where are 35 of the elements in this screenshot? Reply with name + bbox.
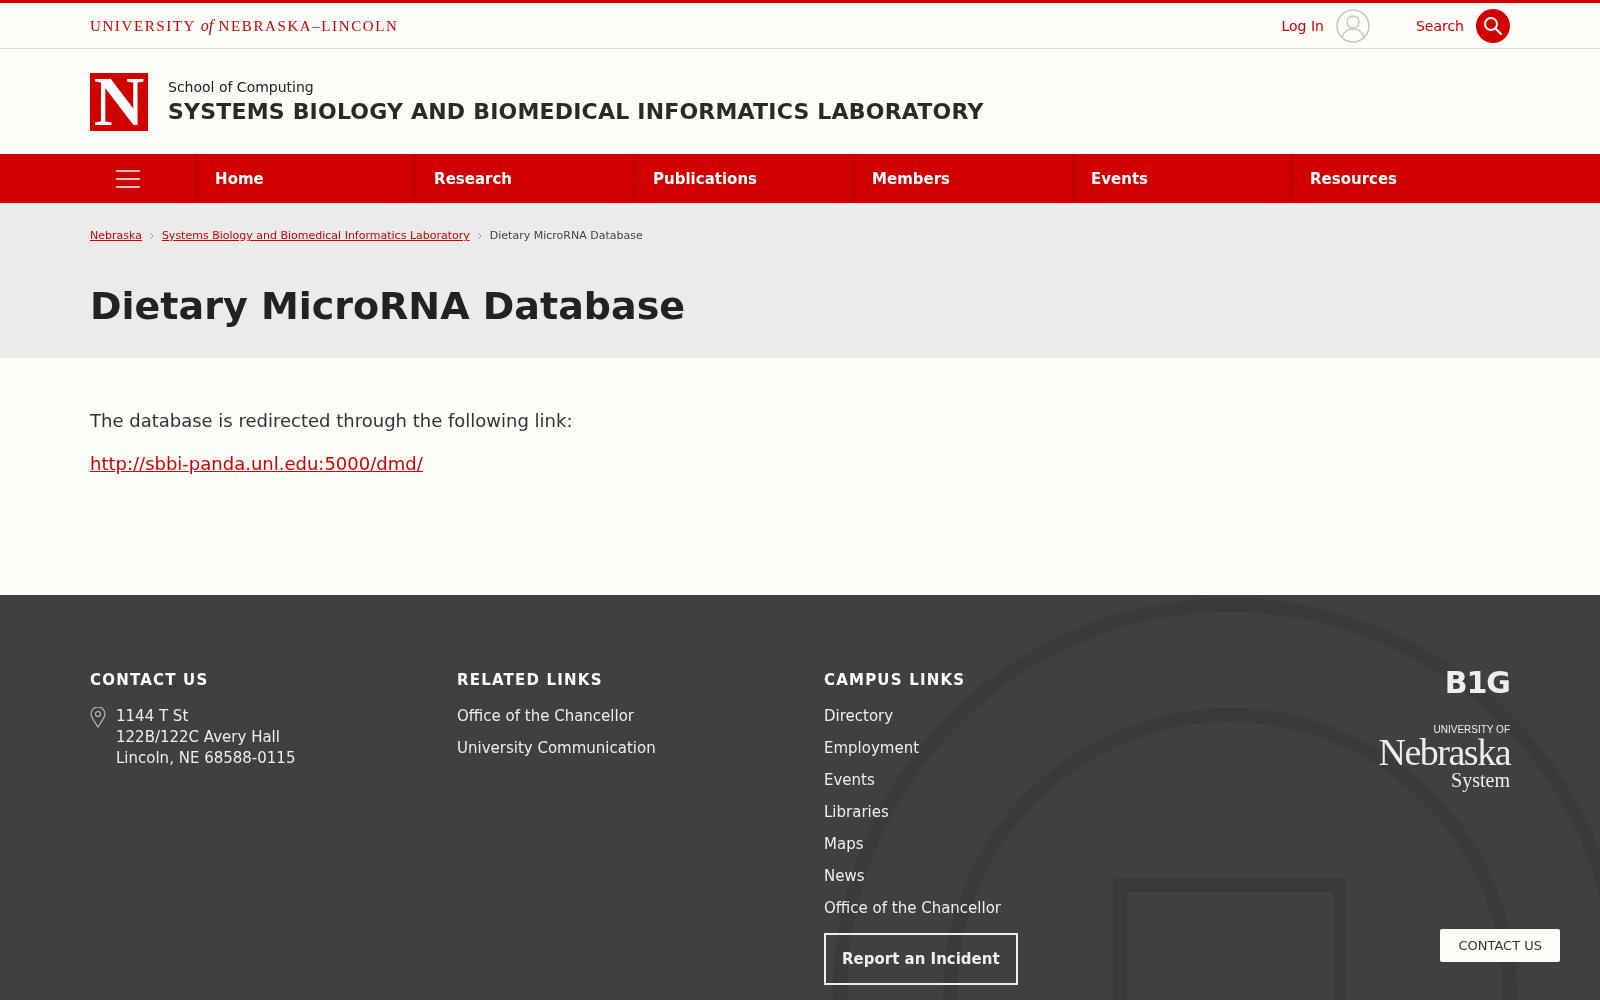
footer-link[interactable]: Libraries (824, 803, 889, 821)
conference-logo[interactable]: B1G (1444, 665, 1510, 700)
site-title[interactable]: SYSTEMS BIOLOGY AND BIOMEDICAL INFORMATICS LABORATORY (168, 99, 984, 124)
footer-link[interactable]: News (824, 867, 865, 885)
footer-link[interactable]: Office of the Chancellor (824, 899, 1001, 917)
footer-link[interactable]: Office of the Chancellor (457, 707, 634, 725)
body-text: The database is redirected through the following link: (90, 410, 574, 431)
address-line: 122B/122C Avery Hall (116, 728, 281, 746)
search-link[interactable]: Search (1415, 17, 1464, 34)
breadcrumb-link[interactable]: Systems Biology and Biomedical Informatics Laboratory (161, 229, 470, 242)
location-pin-icon (90, 707, 106, 728)
current-page-label: Dietary MicroRNA Database (489, 229, 643, 242)
page-title: Dietary MicroRNA Database (90, 284, 687, 328)
system-logo[interactable]: UNIVERSITY OF Nebraska System (1378, 724, 1510, 792)
footer-link[interactable]: Directory (824, 707, 894, 725)
report-incident-button[interactable]: Report an Incident (824, 933, 1018, 985)
n-logo[interactable]: N (90, 72, 148, 131)
search-icon[interactable] (1476, 8, 1510, 43)
footer-heading: CONTACT US (90, 671, 209, 689)
login-link[interactable]: Log In (1281, 17, 1324, 34)
footer-link[interactable]: Maps (824, 835, 864, 853)
university-wordmark[interactable]: UNIVERSITY of NEBRASKA–LINCOLN (90, 16, 399, 35)
address-line: Lincoln, NE 68588-0115 (116, 749, 296, 767)
footer-link[interactable]: Events (824, 771, 875, 789)
footer-link[interactable]: University Communication (457, 739, 656, 757)
footer-heading: CAMPUS LINKS (824, 671, 966, 689)
chevron-icon (149, 232, 154, 239)
parent-unit-link[interactable]: School of Computing (168, 79, 984, 95)
address-line: 1144 T St (116, 707, 190, 725)
contact-us-button[interactable]: CONTACT US (1440, 929, 1560, 962)
database-link[interactable]: http://sbbi-panda.unl.edu:5000/dmd/ (90, 453, 423, 474)
breadcrumb-link[interactable]: Nebraska (90, 229, 142, 242)
footer-link[interactable]: Employment (824, 739, 920, 757)
chevron-icon (477, 232, 482, 239)
footer-heading: RELATED LINKS (457, 671, 603, 689)
